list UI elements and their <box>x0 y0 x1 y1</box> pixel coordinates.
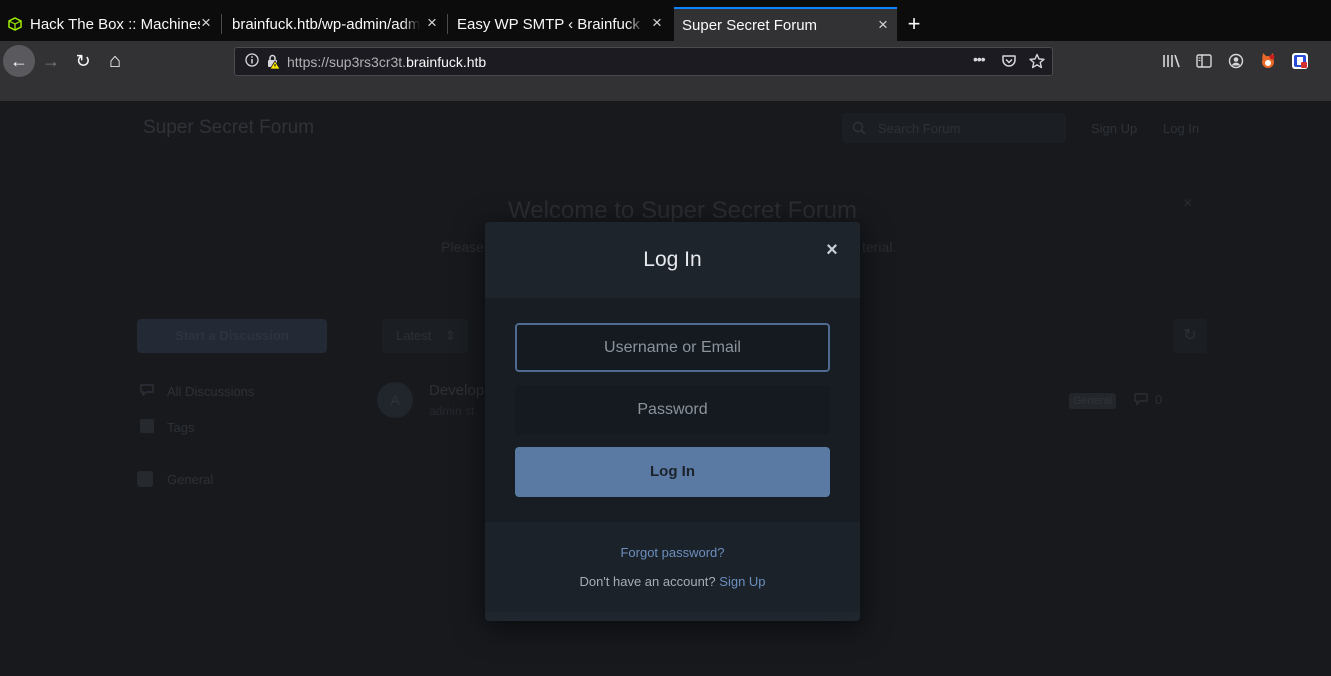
signup-link[interactable]: Sign Up <box>719 574 765 589</box>
tab-title: Hack The Box :: Machines <box>30 15 200 33</box>
search-input[interactable]: Search Forum <box>842 113 1066 143</box>
no-account-text: Don't have an account? Sign Up <box>485 574 860 589</box>
hero-title: Welcome to Super Secret Forum <box>508 197 858 224</box>
sidebar-icon[interactable] <box>1196 53 1212 74</box>
reply-count: 0 <box>1133 392 1162 409</box>
account-icon[interactable] <box>1228 53 1244 74</box>
url-host: brainfuck.htb <box>406 54 487 70</box>
reply-icon <box>1133 392 1149 409</box>
nav-general[interactable]: General <box>167 472 213 487</box>
library-icon[interactable] <box>1162 53 1180 74</box>
sort-dropdown[interactable]: Latest ⇕ <box>382 319 468 353</box>
forward-icon[interactable]: → <box>36 46 66 76</box>
reload-icon[interactable]: ↻ <box>68 46 98 76</box>
tab-fade <box>627 7 645 41</box>
navigation-bar: ← → ↻ ⌂ https://sup3rs3cr3t.brainfuck.ht… <box>0 41 1331 82</box>
tab-separator <box>447 14 448 34</box>
nav-all-discussions[interactable]: All Discussions <box>167 384 254 399</box>
forum-title[interactable]: Super Secret Forum <box>143 117 314 139</box>
tag-badge[interactable]: General <box>1069 393 1117 409</box>
tab-easy-wp-smtp[interactable]: Easy WP SMTP ‹ Brainfuck Ltd × <box>449 7 671 41</box>
modal-title: Log In <box>643 248 702 271</box>
login-modal: Log In × Log In Forgot password? Don't h… <box>485 222 860 621</box>
new-tab-icon[interactable]: + <box>902 13 926 37</box>
pocket-icon[interactable] <box>1001 53 1017 72</box>
search-icon <box>852 121 866 135</box>
hero-text-end: terial. <box>862 239 897 255</box>
tab-title: Easy WP SMTP ‹ Brainfuck Ltd <box>457 15 645 33</box>
login-button[interactable]: Log In <box>515 447 830 497</box>
tab-htb[interactable]: Hack The Box :: Machines × <box>0 7 220 41</box>
foxyproxy-extension-icon[interactable] <box>1259 52 1277 75</box>
refresh-icon[interactable]: ↻ <box>1173 319 1207 353</box>
hero-close-icon[interactable]: × <box>1183 195 1192 213</box>
tab-close-icon[interactable]: × <box>875 16 891 33</box>
tab-close-icon[interactable]: × <box>198 14 214 31</box>
tab-close-icon[interactable]: × <box>649 14 665 31</box>
back-icon[interactable]: ← <box>3 45 35 77</box>
tab-bar: Hack The Box :: Machines × brainfuck.htb… <box>0 0 1331 41</box>
reply-count-value: 0 <box>1155 392 1163 407</box>
discussion-title[interactable]: Develop <box>429 382 484 399</box>
header-signup-link[interactable]: Sign Up <box>1091 121 1137 136</box>
tab-wp-admin[interactable]: brainfuck.htb/wp-admin/admin × <box>224 7 446 41</box>
bookmark-star-icon[interactable] <box>1029 53 1045 72</box>
url-prefix: https://sup3rs3cr3t. <box>287 54 407 70</box>
tags-icon <box>140 419 154 433</box>
url-bar[interactable]: https://sup3rs3cr3t.brainfuck.htb ••• <box>234 47 1053 76</box>
home-icon[interactable]: ⌂ <box>100 46 130 76</box>
url-text: https://sup3rs3cr3t.brainfuck.htb <box>287 54 486 70</box>
tab-close-icon[interactable]: × <box>424 14 440 31</box>
close-icon[interactable]: × <box>824 240 840 260</box>
tab-title: brainfuck.htb/wp-admin/admin <box>232 15 420 33</box>
tab-separator <box>221 14 222 34</box>
insecure-lock-icon[interactable] <box>265 53 281 72</box>
username-input[interactable] <box>515 323 830 372</box>
header-login-link[interactable]: Log In <box>1163 121 1199 136</box>
info-icon[interactable] <box>245 53 259 70</box>
discussions-icon <box>139 383 155 402</box>
sort-caret-icon: ⇕ <box>445 328 456 343</box>
htb-cube-icon <box>8 17 22 31</box>
tab-fade <box>402 7 420 41</box>
hero-text: Please <box>441 239 484 255</box>
sort-value: Latest <box>396 328 432 343</box>
discussion-meta: admin st <box>429 404 475 418</box>
more-actions-icon[interactable]: ••• <box>973 51 986 67</box>
modal-footer-strip <box>485 612 860 621</box>
general-tag-icon <box>137 471 153 487</box>
toolbar-bottom-strip <box>0 82 1331 101</box>
modal-header: Log In × <box>485 222 860 298</box>
nav-tags[interactable]: Tags <box>167 420 194 435</box>
no-account-label: Don't have an account? <box>579 574 716 589</box>
start-discussion-button[interactable]: Start a Discussion <box>137 319 327 353</box>
tab-super-secret-forum[interactable]: Super Secret Forum × <box>674 7 897 41</box>
privacy-badger-extension-icon[interactable] <box>1291 52 1309 75</box>
avatar[interactable]: A <box>377 382 413 418</box>
password-input[interactable] <box>515 385 830 434</box>
forgot-password-link[interactable]: Forgot password? <box>485 545 860 560</box>
tab-title: Super Secret Forum <box>682 16 818 34</box>
modal-footer: Forgot password? Don't have an account? … <box>485 522 860 621</box>
